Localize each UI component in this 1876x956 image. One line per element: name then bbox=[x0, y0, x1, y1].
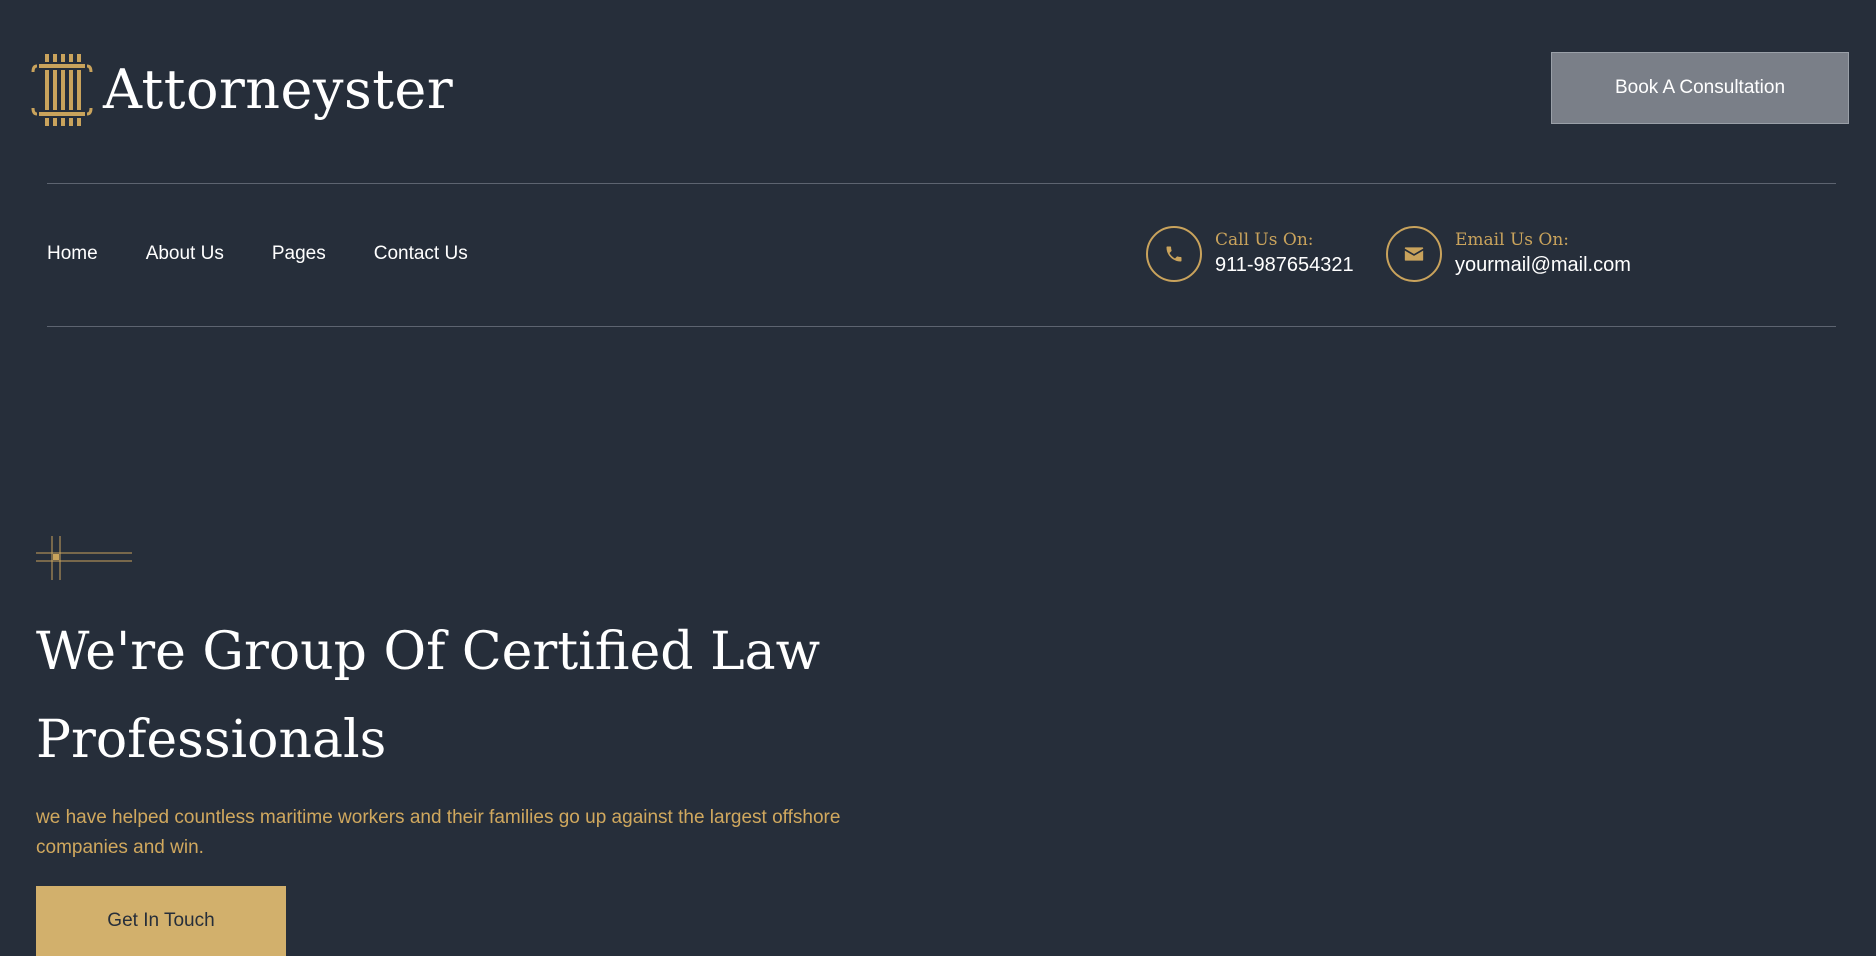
crosshair-ornament-icon bbox=[36, 536, 132, 580]
hero-subtitle: we have helped countless maritime worker… bbox=[36, 807, 841, 858]
phone-label: Call Us On: bbox=[1215, 229, 1314, 250]
phone-icon bbox=[1146, 226, 1202, 282]
main-nav: Home About Us Pages Contact Us bbox=[47, 243, 516, 265]
pillar-icon bbox=[31, 54, 93, 126]
email-contact[interactable]: Email Us On: yourmail@mail.com bbox=[1386, 226, 1631, 282]
header-divider-bottom bbox=[47, 326, 1836, 327]
phone-number[interactable]: 911-987654321 bbox=[1215, 251, 1354, 279]
get-in-touch-button[interactable]: Get In Touch bbox=[36, 886, 286, 956]
hero-title: We're Group Of Certified Law Professiona… bbox=[36, 622, 821, 770]
nav-item-pages[interactable]: Pages bbox=[272, 243, 326, 265]
email-address[interactable]: yourmail@mail.com bbox=[1455, 251, 1631, 279]
nav-item-contact-us[interactable]: Contact Us bbox=[374, 243, 468, 265]
envelope-icon bbox=[1386, 226, 1442, 282]
email-label: Email Us On: bbox=[1455, 229, 1570, 250]
nav-item-home[interactable]: Home bbox=[47, 243, 98, 265]
brand-name: Attorneyster bbox=[103, 58, 454, 121]
nav-item-about-us[interactable]: About Us bbox=[146, 243, 224, 265]
phone-contact[interactable]: Call Us On: 911-987654321 bbox=[1146, 226, 1354, 282]
header-divider-top bbox=[47, 183, 1836, 184]
book-consultation-button[interactable]: Book A Consultation bbox=[1551, 52, 1849, 124]
brand-logo[interactable]: Attorneyster bbox=[31, 50, 453, 130]
